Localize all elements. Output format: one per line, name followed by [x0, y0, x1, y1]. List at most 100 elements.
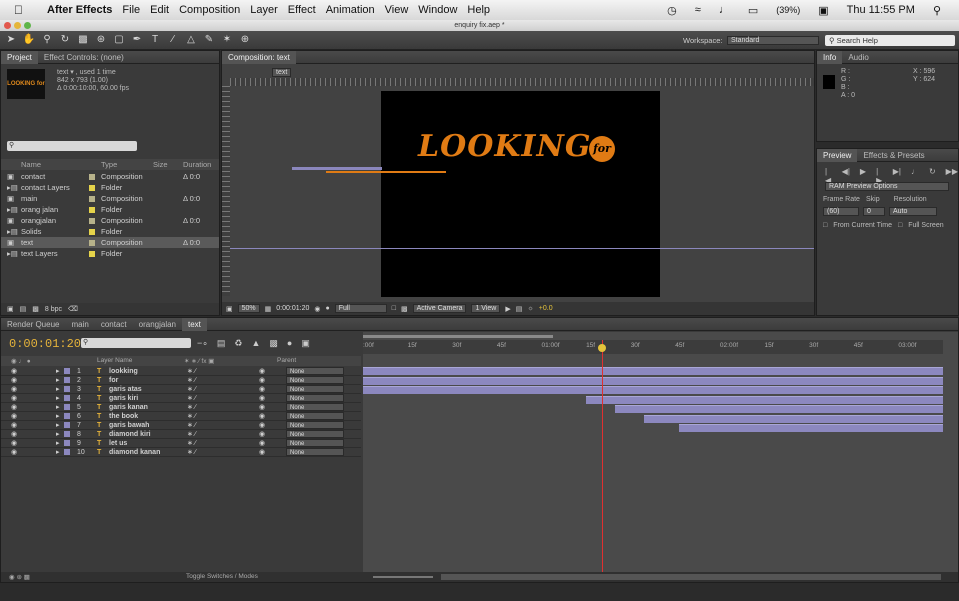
visibility-eye-icon[interactable]: ◉ — [11, 367, 17, 375]
expand-twirl-icon[interactable]: ▸ — [56, 376, 60, 384]
app-menu[interactable]: After Effects — [47, 4, 112, 16]
brush-tool-icon[interactable]: ∕ — [166, 34, 180, 46]
skip-dropdown[interactable]: 0 — [863, 207, 885, 216]
layer-duration-bar[interactable] — [586, 395, 943, 404]
interpret-footage-icon[interactable]: ▣ — [7, 305, 14, 313]
spotlight-icon[interactable]: ⚲ — [933, 4, 941, 17]
tab-project[interactable]: Project — [1, 50, 38, 64]
timeline-graph-area[interactable]: :00f 15f 30f 45f 01:00f 15f 30f 45f 02:00f 15f 30f… — [363, 332, 958, 572]
looking-text[interactable]: LOOKING — [418, 129, 592, 164]
render-icons[interactable]: ◉ ⊛ ▩ — [9, 573, 30, 581]
resolution-dropdown-preview[interactable]: Auto — [889, 207, 937, 216]
apple-icon[interactable]:  — [14, 3, 23, 17]
close-window-icon[interactable] — [4, 22, 11, 29]
layer-label-swatch[interactable] — [64, 404, 70, 410]
display-icon[interactable]: ▣ — [818, 4, 828, 17]
camera-dropdown[interactable]: Active Camera — [412, 304, 467, 313]
current-time-display[interactable]: 0:00:01:20 — [9, 337, 81, 351]
timeline-tab-contact[interactable]: contact — [95, 320, 133, 329]
layer-label-swatch[interactable] — [64, 413, 70, 419]
timeline-search-input[interactable]: ⚲ — [81, 338, 191, 348]
visibility-eye-icon[interactable]: ◉ — [11, 439, 17, 447]
layer-row[interactable]: ◉ ▸ 5 Tgaris kanan ∗ ∕ ◉ None — [1, 403, 361, 412]
project-list-item[interactable]: ▸▤ contact Layers Folder — [1, 182, 219, 193]
menu-window[interactable]: Window — [418, 4, 457, 16]
parent-dropdown[interactable]: None — [286, 394, 344, 402]
parent-dropdown[interactable]: None — [286, 412, 344, 420]
exposure-value[interactable]: +0.0 — [539, 305, 553, 312]
expand-twirl-icon[interactable]: ▸ — [56, 367, 60, 375]
comp-breadcrumb-text[interactable]: text — [272, 68, 292, 77]
grid-icon[interactable]: ▦ — [265, 305, 272, 313]
layer-name[interactable]: diamond kiri — [109, 431, 151, 438]
parent-pickwhip-icon[interactable]: ◉ — [259, 385, 265, 393]
parent-pickwhip-icon[interactable]: ◉ — [259, 421, 265, 429]
resolution-dropdown[interactable]: Full — [334, 304, 387, 313]
menu-animation[interactable]: Animation — [326, 4, 375, 16]
expand-twirl-icon[interactable]: ▸ — [56, 430, 60, 438]
layer-row[interactable]: ◉ ▸ 3 Tgaris atas ∗ ∕ ◉ None — [1, 385, 361, 394]
camera-tool-icon[interactable]: ▩ — [76, 34, 90, 46]
layer-row[interactable]: ◉ ▸ 10 Tdiamond kanan ∗ ∕ ◉ None — [1, 448, 361, 457]
layer-row[interactable]: ◉ ▸ 6 Tthe book ∗ ∕ ◉ None — [1, 412, 361, 421]
menu-view[interactable]: View — [385, 4, 409, 16]
timeline-tab-text[interactable]: text — [182, 317, 207, 331]
menu-edit[interactable]: Edit — [150, 4, 169, 16]
column-name[interactable]: Name — [21, 160, 41, 169]
hide-shy-icon[interactable]: ▲ — [251, 338, 260, 349]
expand-twirl-icon[interactable]: ▸ — [56, 385, 60, 393]
layer-label-swatch[interactable] — [64, 395, 70, 401]
visibility-eye-icon[interactable]: ◉ — [11, 385, 17, 393]
menu-file[interactable]: File — [122, 4, 140, 16]
switch-icons[interactable]: ∗ ∕ — [187, 394, 196, 402]
viewer-icon[interactable]: ▣ — [226, 305, 233, 313]
switch-icons[interactable]: ∗ ∕ — [187, 412, 196, 420]
layer-duration-bar[interactable] — [615, 405, 943, 413]
layer-row[interactable]: ◉ ▸ 4 Tgaris kiri ∗ ∕ ◉ None — [1, 394, 361, 403]
color-channel-icon[interactable]: ● — [325, 305, 329, 312]
parent-dropdown[interactable]: None — [286, 367, 344, 375]
expand-twirl-icon[interactable]: ▸ — [56, 421, 60, 429]
visibility-eye-icon[interactable]: ◉ — [11, 403, 17, 411]
column-duration[interactable]: Duration — [183, 160, 211, 169]
parent-pickwhip-icon[interactable]: ◉ — [259, 439, 265, 447]
layer-label-swatch[interactable] — [64, 377, 70, 383]
zoom-window-icon[interactable] — [24, 22, 31, 29]
layer-row[interactable]: ◉ ▸ 8 Tdiamond kiri ∗ ∕ ◉ None — [1, 430, 361, 439]
parent-dropdown[interactable]: None — [286, 439, 344, 447]
rotate-tool-icon[interactable]: ↻ — [58, 34, 72, 46]
switch-icons[interactable]: ∗ ∕ — [187, 403, 196, 411]
tab-preview[interactable]: Preview — [817, 148, 858, 162]
switch-icons[interactable]: ∗ ∕ — [187, 439, 196, 447]
column-type[interactable]: Type — [101, 160, 117, 169]
menu-layer[interactable]: Layer — [250, 4, 278, 16]
eraser-tool-icon[interactable]: ✎ — [202, 34, 216, 46]
tab-effects-presets[interactable]: Effects & Presets — [857, 151, 930, 160]
axis-mode-icon[interactable]: ⊕ — [238, 34, 252, 46]
layer-label-swatch[interactable] — [64, 368, 70, 374]
playhead-line[interactable] — [601, 340, 603, 572]
trash-icon[interactable]: ⌫ — [68, 305, 78, 313]
workspace-dropdown[interactable]: Standard — [727, 36, 819, 45]
time-ruler[interactable]: :00f 15f 30f 45f 01:00f 15f 30f 45f 02:00f 15f 30f… — [363, 340, 943, 354]
column-layer-name[interactable]: Layer Name — [97, 357, 132, 364]
layer-duration-bar[interactable] — [363, 376, 943, 385]
parent-pickwhip-icon[interactable]: ◉ — [259, 403, 265, 411]
switch-icons[interactable]: ∗ ∕ — [187, 430, 196, 438]
timecode-display[interactable]: 0:00:01:20 — [276, 305, 309, 312]
rectangle-tool-icon[interactable]: ▢ — [112, 34, 126, 46]
layer-label-swatch[interactable] — [64, 431, 70, 437]
layer-name[interactable]: diamond kanan — [109, 449, 160, 456]
project-list-item[interactable]: ▸▤ orang jalan Folder — [1, 204, 219, 215]
timeline-icon[interactable]: ▤ — [516, 305, 523, 313]
layer-row[interactable]: ◉ ▸ 2 Tfor ∗ ∕ ◉ None — [1, 376, 361, 385]
live-update-icon[interactable]: ▤ — [217, 338, 226, 349]
expand-twirl-icon[interactable]: ▸ — [56, 439, 60, 447]
project-list-item[interactable]: ▣ main Composition Δ 0:0 — [1, 193, 219, 204]
layer-label-swatch[interactable] — [64, 386, 70, 392]
expand-twirl-icon[interactable]: ▸ — [56, 412, 60, 420]
parent-pickwhip-icon[interactable]: ◉ — [259, 430, 265, 438]
expand-twirl-icon[interactable]: ▸ — [56, 403, 60, 411]
minimize-window-icon[interactable] — [14, 22, 21, 29]
toggle-switches-modes[interactable]: Toggle Switches / Modes — [186, 573, 258, 580]
